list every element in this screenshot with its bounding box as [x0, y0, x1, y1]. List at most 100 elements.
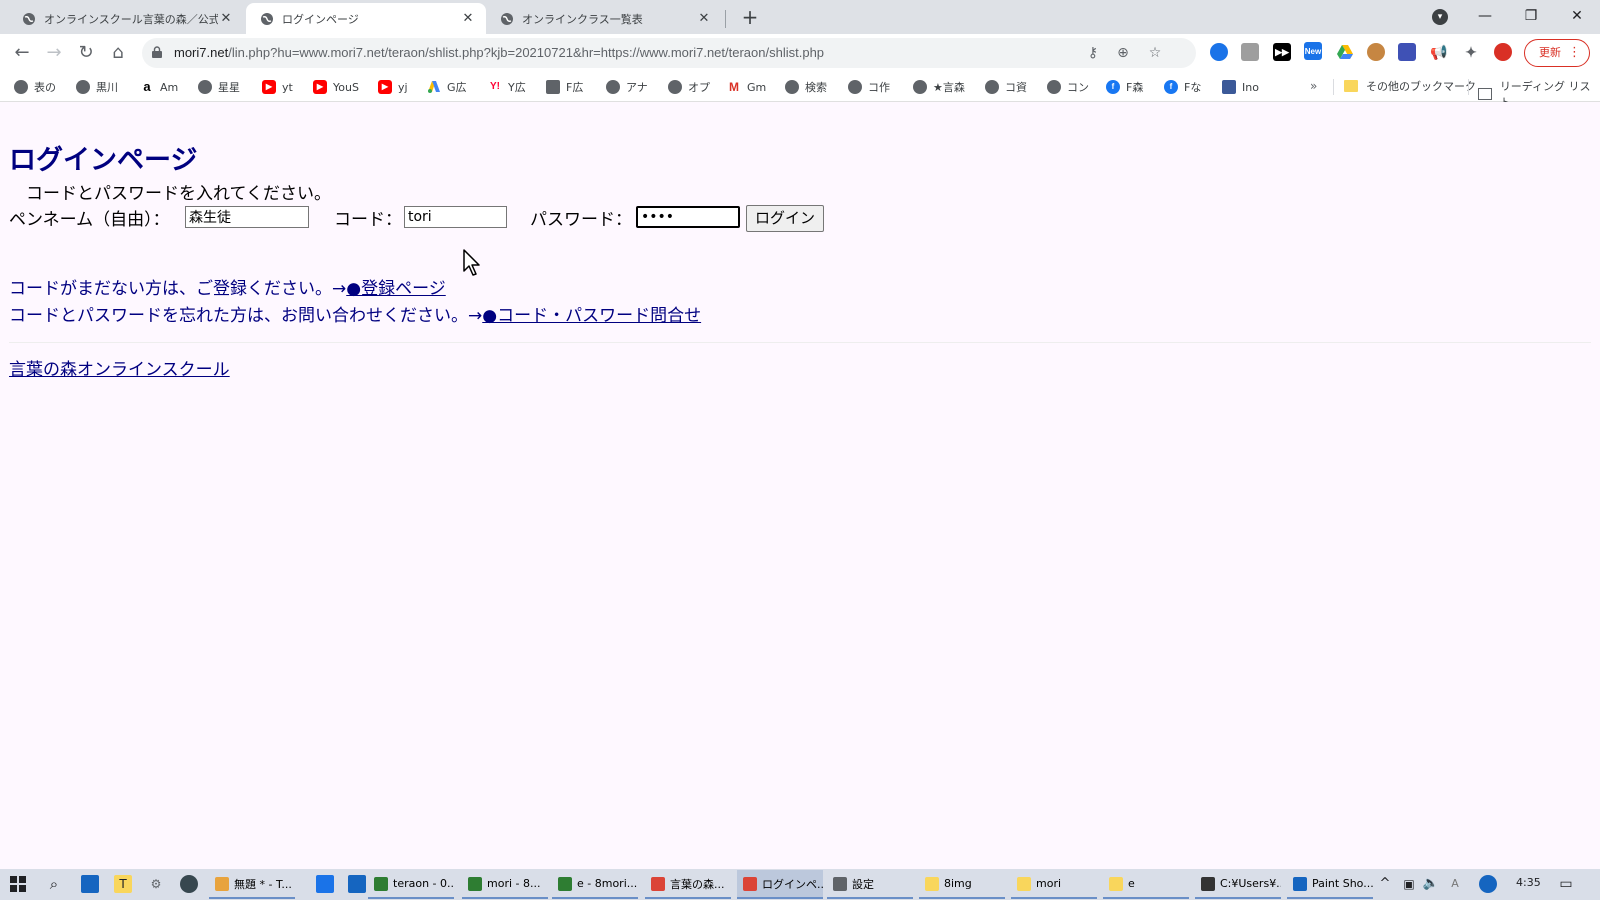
taskbar-item[interactable]: Paint Sho...	[1287, 870, 1373, 899]
bookmark-item[interactable]: 星星	[198, 78, 240, 96]
bookmark-item[interactable]: ▶ yt	[262, 78, 293, 96]
bookmark-item[interactable]: ▶ yj	[378, 78, 408, 96]
taskbar-clock[interactable]: 4:35	[1516, 876, 1541, 889]
taskbar-item[interactable]: e	[1103, 870, 1189, 899]
tray-ime-icon[interactable]: A	[1446, 875, 1464, 893]
close-tab-icon[interactable]: ✕	[696, 11, 712, 27]
register-link[interactable]: ●登録ページ	[346, 279, 446, 299]
app-gear-icon[interactable]: ⚙	[147, 875, 165, 893]
app-yellow-icon[interactable]: T	[114, 875, 132, 893]
extension-blue-icon[interactable]	[1210, 43, 1228, 61]
taskbar-item[interactable]: mori - 8...	[462, 870, 548, 899]
app-blue-icon[interactable]	[81, 875, 99, 893]
bookmark-item[interactable]: Ino	[1222, 78, 1259, 96]
tray-chevron-up-icon[interactable]: ^	[1376, 875, 1394, 893]
taskbar-item[interactable]: e - 8mori...	[552, 870, 638, 899]
bookmark-label: 星星	[218, 81, 240, 94]
back-icon[interactable]: ←	[9, 40, 35, 66]
taskbar-item[interactable]: 設定	[827, 870, 913, 899]
extension-gray-icon[interactable]	[1241, 43, 1259, 61]
edge-icon[interactable]	[316, 875, 334, 893]
taskbar-item[interactable]: 8img	[919, 870, 1005, 899]
new-tab-button[interactable]: +	[738, 6, 762, 30]
search-icon[interactable]: ⌕	[45, 875, 63, 893]
tray-device-icon[interactable]: ▣	[1400, 875, 1418, 893]
bookmark-item[interactable]: M Gm	[727, 78, 766, 96]
tray-network-icon[interactable]	[1479, 875, 1497, 893]
app-icon	[558, 876, 572, 891]
bookmark-label: Y広	[508, 81, 526, 94]
minimize-button[interactable]: —	[1462, 0, 1508, 32]
windows-start-icon[interactable]	[9, 875, 27, 893]
notification-icon[interactable]: ▭	[1557, 875, 1575, 893]
megaphone-icon[interactable]: 📢	[1430, 43, 1448, 61]
bookmark-item[interactable]: 表の	[14, 78, 56, 96]
app-icon	[374, 876, 388, 891]
window-icon[interactable]	[348, 875, 366, 893]
bookmark-item[interactable]: G広	[427, 78, 467, 96]
tab-search-icon[interactable]: ▾	[1432, 9, 1448, 25]
close-tab-icon[interactable]: ✕	[218, 11, 234, 27]
puzzle-extensions-icon[interactable]: ✦	[1462, 43, 1480, 61]
tab-class-list[interactable]: オンラインクラス一覧表 ✕	[486, 3, 722, 34]
bookmark-item[interactable]: コ作	[848, 78, 890, 96]
bookmark-item[interactable]: a Am	[140, 78, 178, 96]
update-button[interactable]: 更新 ⋮	[1524, 39, 1590, 67]
bookmarks-more-button[interactable]: »	[1310, 79, 1317, 93]
taskbar-item[interactable]: C:¥Users¥...	[1195, 870, 1281, 899]
footer-home-link[interactable]: 言葉の森オンラインスクール	[9, 355, 230, 380]
taskbar-item[interactable]: mori	[1011, 870, 1097, 899]
bookmark-label: コン	[1067, 81, 1089, 94]
bookmark-item[interactable]: F広	[546, 78, 583, 96]
bookmark-item[interactable]: 黒川	[76, 78, 118, 96]
close-tab-icon[interactable]: ✕	[460, 11, 476, 27]
youtube-icon: ▶	[313, 80, 327, 94]
taskbar-item-label: C:¥Users¥...	[1220, 877, 1281, 890]
app-icon	[215, 876, 229, 891]
key-icon[interactable]: ⚷	[1084, 44, 1102, 62]
star-bookmark-icon[interactable]: ☆	[1146, 44, 1164, 62]
extension-indigo-icon[interactable]	[1398, 43, 1416, 61]
taskbar-item[interactable]: 言葉の森...	[645, 870, 731, 899]
tab-online-school[interactable]: オンラインスクール言葉の森／公式ホ ✕	[8, 3, 244, 34]
other-bookmarks-folder[interactable]: その他のブックマーク	[1344, 78, 1476, 94]
taskbar-item[interactable]: 無題 * - T...	[209, 870, 295, 899]
doc-icon	[546, 80, 560, 94]
cookie-icon[interactable]	[1367, 43, 1385, 61]
close-window-button[interactable]: ✕	[1554, 0, 1600, 32]
penname-input[interactable]	[185, 206, 309, 228]
extension-black-icon[interactable]: ▶▶	[1273, 43, 1291, 61]
app-dark-icon[interactable]	[180, 875, 198, 893]
zoom-icon[interactable]: ⊕	[1114, 44, 1132, 62]
tab-login-page[interactable]: ログインページ ✕	[246, 3, 486, 34]
bookmark-item[interactable]: オプ	[668, 78, 710, 96]
password-input[interactable]	[636, 206, 740, 228]
taskbar-item-label: teraon - 0...	[393, 877, 454, 890]
taskbar-item[interactable]: teraon - 0...	[368, 870, 454, 899]
url-text[interactable]: mori7.net/lin.php?hu=www.mori7.net/terao…	[174, 45, 824, 60]
bookmark-item[interactable]: コン	[1047, 78, 1089, 96]
home-icon[interactable]: ⌂	[105, 40, 131, 66]
tray-volume-icon[interactable]: 🔈	[1422, 875, 1440, 893]
taskbar-item[interactable]: ログインペ...	[737, 870, 823, 899]
avatar[interactable]	[1494, 43, 1512, 61]
bookmark-item[interactable]: 検索	[785, 78, 827, 96]
bookmark-item[interactable]: ▶ YouS	[313, 78, 359, 96]
code-input[interactable]	[404, 206, 507, 228]
google-drive-icon[interactable]	[1336, 43, 1354, 61]
login-button[interactable]: ログイン	[746, 205, 825, 232]
forgot-password-link[interactable]: ●コード・パスワード問合せ	[482, 306, 701, 326]
bookmark-item[interactable]: ★言森	[913, 78, 965, 96]
reload-icon[interactable]: ↻	[73, 40, 99, 66]
reading-list-icon	[1478, 88, 1492, 100]
restore-button[interactable]: ❐	[1508, 0, 1554, 32]
forward-icon[interactable]: →	[41, 40, 67, 66]
address-bar[interactable]: mori7.net/lin.php?hu=www.mori7.net/terao…	[142, 38, 1196, 68]
bookmark-item[interactable]: Y! Y広	[488, 78, 526, 96]
bookmark-item[interactable]: f F森	[1106, 78, 1143, 96]
bookmark-item[interactable]: コ資	[985, 78, 1027, 96]
bookmark-item[interactable]: f Fな	[1164, 78, 1201, 96]
bookmark-label: G広	[447, 81, 467, 94]
extension-new-icon[interactable]: New	[1304, 42, 1322, 60]
bookmark-item[interactable]: アナ	[606, 78, 648, 96]
